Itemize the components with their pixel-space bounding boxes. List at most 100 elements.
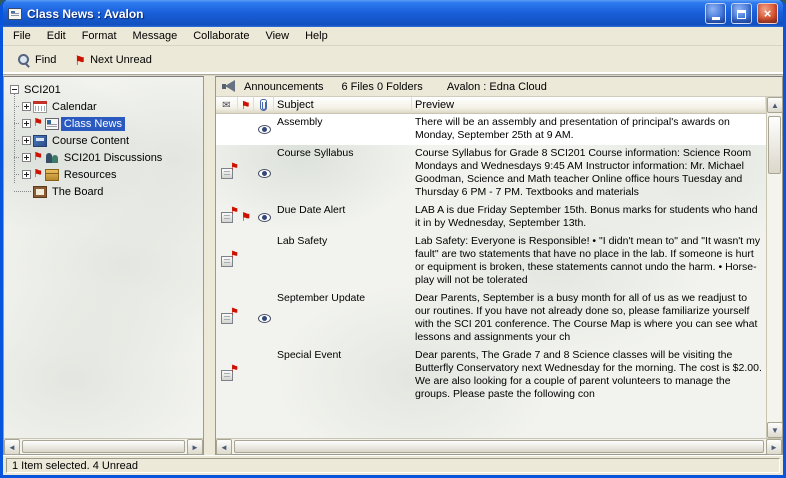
tree-item-course-content[interactable]: Course Content — [6, 132, 201, 149]
tree-item-label[interactable]: The Board — [49, 185, 106, 199]
expand-icon[interactable] — [22, 170, 31, 179]
message-preview: LAB A is due Friday September 15th. Bonu… — [412, 204, 766, 230]
tree-children: Calendar ⚑ Class News Course Content — [6, 98, 201, 200]
message-subject: Course Syllabus — [274, 147, 412, 160]
tree-item-sci201-discussions[interactable]: ⚑ SCI201 Discussions — [6, 149, 201, 166]
expand-icon[interactable] — [22, 153, 31, 162]
conference-header: Announcements 6 Files 0 Folders Avalon :… — [216, 77, 782, 97]
column-header-subject[interactable]: Subject — [274, 97, 412, 113]
expand-icon[interactable] — [22, 102, 31, 111]
message-icon — [221, 168, 233, 179]
tree-item-resources[interactable]: ⚑ Resources — [6, 166, 201, 183]
tree-connector — [14, 174, 20, 175]
list-horizontal-scrollbar[interactable]: ◄ ► — [216, 438, 782, 454]
message-icon-cell — [216, 349, 238, 401]
message-icon-cell — [216, 116, 238, 142]
tree-item-sci201[interactable]: SCI201 — [6, 81, 201, 98]
scroll-left-button[interactable]: ◄ — [216, 439, 232, 455]
menu-item-help[interactable]: Help — [297, 28, 336, 44]
tree-item-label[interactable]: Calendar — [49, 100, 100, 114]
folder-tree: SCI201 Calendar ⚑ Class News — [4, 77, 203, 438]
message-icon-cell — [216, 235, 238, 287]
next-unread-button[interactable]: ⚑ Next Unread — [68, 51, 157, 70]
column-header-attachment[interactable] — [254, 97, 274, 113]
scrollbar-thumb[interactable] — [234, 440, 764, 453]
find-button[interactable]: Find — [11, 50, 62, 70]
next-unread-flag-icon: ⚑ — [74, 54, 86, 67]
file-folder-counts: 6 Files 0 Folders — [342, 81, 423, 93]
column-header-item-icon[interactable]: ✉ — [216, 97, 238, 113]
app-window: Class News : Avalon × File Edit Format M… — [0, 0, 786, 478]
scroll-right-button[interactable]: ► — [766, 439, 782, 455]
menu-item-format[interactable]: Format — [74, 28, 125, 44]
menu-item-collaborate[interactable]: Collaborate — [185, 28, 257, 44]
message-row-course-syllabus[interactable]: Course Syllabus Course Syllabus for Grad… — [216, 145, 766, 202]
search-icon — [17, 53, 31, 67]
pane-splitter[interactable] — [204, 76, 215, 455]
scrollbar-thumb[interactable] — [22, 440, 185, 453]
course-content-icon — [33, 135, 47, 147]
menu-item-view[interactable]: View — [257, 28, 297, 44]
tree-item-label[interactable]: Resources — [61, 168, 120, 182]
expand-icon[interactable] — [22, 119, 31, 128]
column-header-flag[interactable]: ⚑ — [238, 97, 254, 113]
status-text: 1 Item selected. 4 Unread — [6, 458, 780, 473]
message-icon-cell — [216, 204, 238, 230]
message-row-special-event[interactable]: Special Event Dear parents, The Grade 7 … — [216, 347, 766, 404]
eye-icon — [258, 125, 271, 134]
menu-bar: File Edit Format Message Collaborate Vie… — [3, 27, 783, 46]
scrollbar-track[interactable] — [232, 439, 766, 454]
vertical-scrollbar[interactable]: ▲ ▼ — [766, 97, 782, 438]
message-flag-cell — [238, 235, 254, 287]
scroll-right-button[interactable]: ► — [187, 439, 203, 455]
tree-root-label[interactable]: SCI201 — [21, 83, 64, 97]
close-button[interactable]: × — [757, 3, 778, 24]
expand-icon[interactable] — [22, 136, 31, 145]
tree-connector — [14, 191, 31, 192]
unread-flag-icon: ⚑ — [241, 211, 252, 223]
app-icon — [8, 8, 22, 20]
message-row-assembly[interactable]: Assembly There will be an assembly and p… — [216, 114, 766, 145]
minimize-button[interactable] — [705, 3, 726, 24]
tree-horizontal-scrollbar[interactable]: ◄ ► — [4, 438, 203, 454]
scroll-down-button[interactable]: ▼ — [767, 422, 783, 438]
scrollbar-thumb[interactable] — [768, 116, 781, 174]
status-bar: 1 Item selected. 4 Unread — [3, 455, 783, 475]
tree-item-label[interactable]: Course Content — [49, 134, 132, 148]
message-icon-cell — [216, 292, 238, 344]
tree-item-label[interactable]: SCI201 Discussions — [61, 151, 165, 165]
maximize-button[interactable] — [731, 3, 752, 24]
eye-icon — [258, 213, 271, 222]
tree-item-label[interactable]: Class News — [61, 117, 125, 131]
message-icon — [221, 370, 233, 381]
message-preview: Lab Safety: Everyone is Responsible! • "… — [412, 235, 766, 287]
scroll-left-button[interactable]: ◄ — [4, 439, 20, 455]
find-label: Find — [35, 54, 56, 66]
message-icon — [221, 256, 233, 267]
title-bar[interactable]: Class News : Avalon × — [3, 0, 783, 27]
menu-item-edit[interactable]: Edit — [39, 28, 74, 44]
scrollbar-track[interactable] — [767, 113, 782, 422]
tree-item-the-board[interactable]: The Board — [6, 183, 201, 200]
main-area: SCI201 Calendar ⚑ Class News — [3, 75, 783, 455]
message-list-pane: Announcements 6 Files 0 Folders Avalon :… — [215, 76, 783, 455]
scrollbar-track[interactable] — [20, 439, 187, 454]
message-row-lab-safety[interactable]: Lab Safety Lab Safety: Everyone is Respo… — [216, 233, 766, 290]
tree-item-class-news[interactable]: ⚑ Class News — [6, 115, 201, 132]
collapse-icon[interactable] — [10, 85, 19, 94]
menu-item-message[interactable]: Message — [125, 28, 186, 44]
flag-icon: ⚑ — [241, 99, 251, 112]
unread-flag-icon: ⚑ — [33, 169, 43, 180]
scroll-up-button[interactable]: ▲ — [767, 97, 783, 113]
message-subject: Lab Safety — [274, 235, 412, 248]
toolbar: Find ⚑ Next Unread — [3, 46, 783, 75]
message-row-september-update[interactable]: September Update Dear Parents, September… — [216, 290, 766, 347]
column-header-preview[interactable]: Preview — [412, 97, 766, 113]
tree-connector — [14, 106, 20, 107]
menu-item-file[interactable]: File — [5, 28, 39, 44]
message-row-due-date-alert[interactable]: ⚑ Due Date Alert LAB A is due Friday Sep… — [216, 202, 766, 233]
message-flag-cell — [238, 292, 254, 344]
window-title: Class News : Avalon — [27, 7, 700, 21]
tree-item-calendar[interactable]: Calendar — [6, 98, 201, 115]
conference-owner: Avalon : Edna Cloud — [447, 81, 547, 93]
